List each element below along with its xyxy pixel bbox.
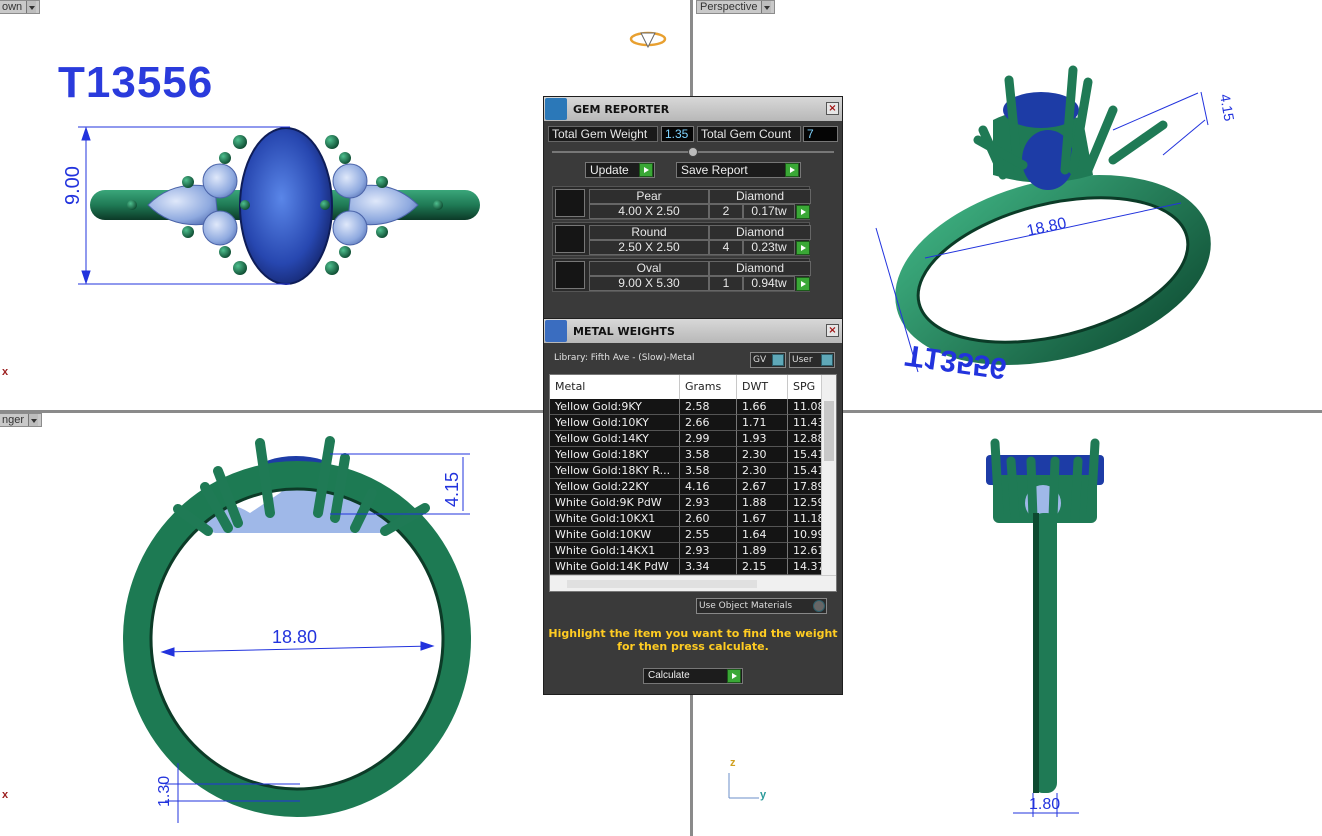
- gem-count: 4: [709, 240, 743, 255]
- gem-row[interactable]: Oval Diamond 9.00 X 5.30 1 0.94tw: [552, 258, 811, 292]
- library-label: Library: Fifth Ave - (Slow)-Metal: [554, 353, 695, 363]
- gem-material: Diamond: [709, 189, 811, 204]
- play-icon[interactable]: [796, 277, 810, 291]
- table-row[interactable]: Yellow Gold:9KY 2.58 1.66 11.08: [550, 399, 822, 415]
- close-icon[interactable]: ×: [826, 102, 839, 115]
- axis-indicator: [728, 773, 759, 799]
- metal-weights-header[interactable]: METAL WEIGHTS ×: [544, 319, 842, 343]
- scale-icon: [545, 320, 567, 342]
- table-row[interactable]: Yellow Gold:18KY R... 3.58 2.30 15.41: [550, 463, 822, 479]
- table-row[interactable]: White Gold:9K PdW 2.93 1.88 12.59: [550, 495, 822, 511]
- table-row[interactable]: Yellow Gold:14KY 2.99 1.93 12.88: [550, 431, 822, 447]
- table-row[interactable]: Yellow Gold:18KY 3.58 2.30 15.41: [550, 447, 822, 463]
- svg-text:4.15: 4.15: [1217, 93, 1238, 123]
- horizontal-scrollbar[interactable]: [550, 575, 836, 591]
- table-row[interactable]: White Gold:14KX1 2.93 1.89 12.61: [550, 543, 822, 559]
- scrollbar-thumb[interactable]: [567, 580, 757, 588]
- play-icon[interactable]: [785, 163, 799, 177]
- gem-weight: 0.23tw: [743, 240, 795, 255]
- instruction-text: Highlight the item you want to find the …: [548, 627, 838, 653]
- gem-shape: Pear: [589, 189, 709, 204]
- panel-title: METAL WEIGHTS: [573, 324, 675, 338]
- dimension-label: 1.30: [156, 775, 173, 807]
- axis-marker: x: [2, 789, 9, 801]
- gem-weight: 0.94tw: [743, 276, 795, 291]
- save-report-button[interactable]: Save Report: [676, 162, 801, 178]
- axis-z-label: z: [730, 757, 736, 769]
- axis-y-label: y: [760, 789, 767, 801]
- oval-gem-icon: [555, 261, 585, 289]
- gem-reporter-header[interactable]: GEM REPORTER ×: [544, 97, 842, 121]
- axis-marker: x: [2, 366, 9, 378]
- gem-material: Diamond: [709, 225, 811, 240]
- svg-text:18.80: 18.80: [1025, 215, 1068, 240]
- gem-reporter-icon: [545, 98, 567, 120]
- panel-title: GEM REPORTER: [573, 102, 670, 116]
- user-toggle[interactable]: User: [789, 352, 835, 368]
- gem-material: Diamond: [709, 261, 811, 276]
- close-icon[interactable]: ×: [826, 324, 839, 337]
- table-row[interactable]: White Gold:14K PdW 3.34 2.15 14.37: [550, 559, 822, 575]
- play-icon[interactable]: [727, 669, 741, 683]
- gv-toggle[interactable]: GV: [750, 352, 786, 368]
- play-icon[interactable]: [796, 205, 810, 219]
- play-icon[interactable]: [639, 163, 653, 177]
- total-gem-count-label: Total Gem Count: [697, 126, 801, 142]
- gem-row[interactable]: Round Diamond 2.50 X 2.50 4 0.23tw: [552, 222, 811, 256]
- gem-shape: Round: [589, 225, 709, 240]
- gem-weight: 0.17tw: [743, 204, 795, 219]
- table-row[interactable]: Yellow Gold:10KY 2.66 1.71 11.43: [550, 415, 822, 431]
- total-gem-count-value: 7: [803, 126, 838, 142]
- table-row[interactable]: White Gold:10KW 2.55 1.64 10.99: [550, 527, 822, 543]
- slider-handle[interactable]: [688, 147, 698, 157]
- scrollbar-thumb[interactable]: [824, 401, 834, 461]
- gem-row[interactable]: Pear Diamond 4.00 X 2.50 2 0.17tw: [552, 186, 811, 220]
- total-gem-weight-value: 1.35: [661, 126, 694, 142]
- gem-shape: Oval: [589, 261, 709, 276]
- use-object-materials-toggle[interactable]: Use Object Materials: [696, 598, 827, 614]
- round-gem-icon: [555, 225, 585, 253]
- gem-size: 4.00 X 2.50: [589, 204, 709, 219]
- pear-gem-icon: [555, 189, 585, 217]
- gem-size: 2.50 X 2.50: [589, 240, 709, 255]
- metal-weights-panel: METAL WEIGHTS × Library: Fifth Ave - (Sl…: [543, 318, 843, 695]
- dimension-label: 18.80: [272, 627, 318, 647]
- total-gem-weight-label: Total Gem Weight: [548, 126, 658, 142]
- gem-count: 2: [709, 204, 743, 219]
- gem-reporter-panel: GEM REPORTER × Total Gem Weight 1.35 Tot…: [543, 96, 843, 321]
- table-row[interactable]: Yellow Gold:22KY 4.16 2.67 17.89: [550, 479, 822, 495]
- gem-count: 1: [709, 276, 743, 291]
- play-icon[interactable]: [796, 241, 810, 255]
- dimension-label: 4.15: [442, 471, 462, 507]
- table-header: Metal Grams DWT SPG: [550, 375, 822, 399]
- metal-weights-table[interactable]: Metal Grams DWT SPG Yellow Gold:9KY 2.58 1…: [549, 374, 837, 592]
- gem-size: 9.00 X 5.30: [589, 276, 709, 291]
- vertical-scrollbar[interactable]: [821, 375, 836, 577]
- dimension-label: 1.80: [1029, 796, 1061, 813]
- table-row[interactable]: White Gold:10KX1 2.60 1.67 11.18: [550, 511, 822, 527]
